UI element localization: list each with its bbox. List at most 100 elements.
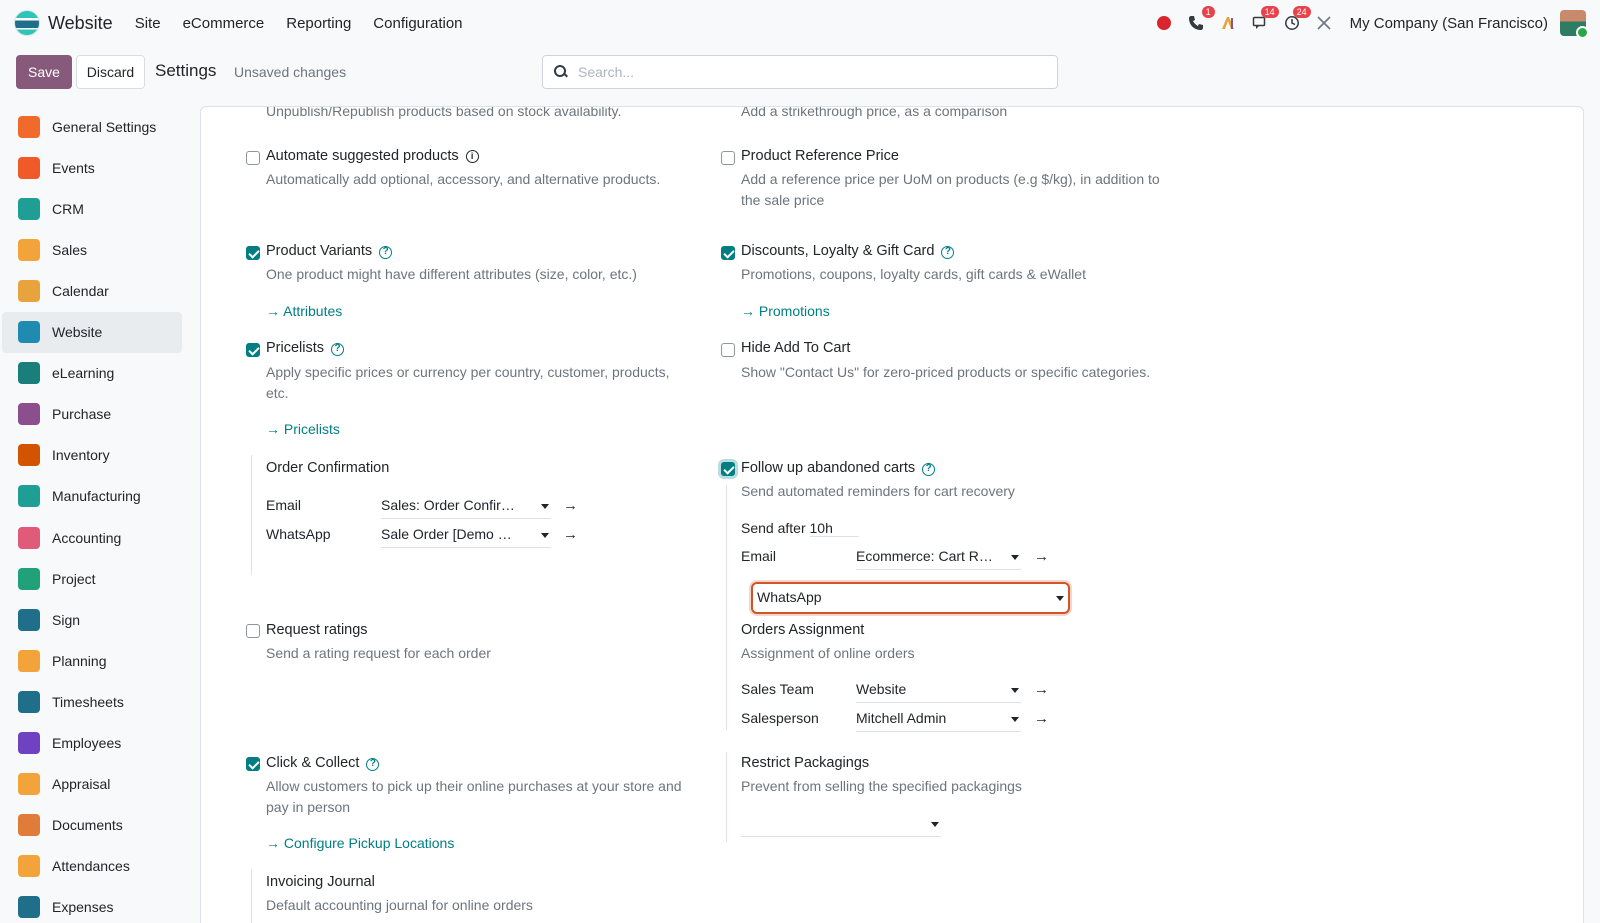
activities-badge: 24 bbox=[1292, 6, 1311, 18]
oc-email-select[interactable]: Sales: Order Confir… bbox=[381, 497, 551, 519]
sidebar-item-label: Employees bbox=[52, 735, 122, 751]
help-icon[interactable]: ? bbox=[331, 343, 345, 356]
ac-email-open-arrow-icon[interactable]: → bbox=[1034, 548, 1049, 565]
oc-whatsapp-open-arrow-icon[interactable]: → bbox=[563, 526, 578, 543]
general-settings-app-icon bbox=[18, 115, 40, 138]
sidebar-item-label: Attendances bbox=[52, 858, 130, 875]
discounts-checkbox[interactable] bbox=[721, 246, 735, 260]
sidebar-item-documents[interactable]: Documents bbox=[2, 805, 182, 846]
record-icon[interactable] bbox=[1154, 13, 1174, 33]
click-collect-checkbox[interactable] bbox=[246, 757, 260, 771]
sidebar-item-crm[interactable]: CRM bbox=[2, 188, 182, 229]
product-variants-checkbox[interactable] bbox=[246, 246, 260, 260]
sidebar-item-label: Planning bbox=[52, 652, 107, 669]
sidebar-item-purchase[interactable]: Purchase bbox=[2, 394, 182, 435]
sidebar-item-label: Project bbox=[52, 570, 96, 587]
accounting-app-icon bbox=[18, 526, 40, 549]
search-box[interactable] bbox=[542, 55, 1058, 89]
hide-add-to-cart-checkbox[interactable] bbox=[721, 343, 735, 357]
discard-button[interactable]: Discard bbox=[76, 55, 145, 89]
click-collect-title: Click & Collect? bbox=[266, 755, 380, 771]
salesperson-select[interactable]: Mitchell Admin bbox=[856, 710, 1021, 732]
phone-icon[interactable]: 1 bbox=[1186, 6, 1215, 33]
oc-email-open-arrow-icon[interactable]: → bbox=[563, 497, 578, 514]
discounts-title: Discounts, Loyalty & Gift Card? bbox=[741, 243, 955, 259]
sidebar-item-expenses[interactable]: Expenses bbox=[2, 887, 182, 923]
attributes-link[interactable]: → Attributes bbox=[266, 303, 342, 319]
help-icon[interactable]: ? bbox=[366, 758, 380, 771]
help-icon[interactable]: ? bbox=[941, 246, 955, 259]
ac-whatsapp-select[interactable]: WhatsApp bbox=[751, 582, 1070, 614]
sidebar-item-manufacturing[interactable]: Manufacturing bbox=[2, 476, 182, 517]
salesperson-label: Salesperson bbox=[741, 710, 819, 726]
sidebar-item-inventory[interactable]: Inventory bbox=[2, 435, 182, 476]
pricelists-checkbox[interactable] bbox=[246, 343, 260, 357]
sidebar-item-employees[interactable]: Employees bbox=[2, 723, 182, 764]
sidebar-item-timesheets[interactable]: Timesheets bbox=[2, 681, 182, 722]
company-switcher[interactable]: My Company (San Francisco) bbox=[1350, 15, 1548, 32]
sidebar-item-calendar[interactable]: Calendar bbox=[2, 270, 182, 311]
sidebar-item-website[interactable]: Website bbox=[2, 311, 182, 353]
sidebar-item-appraisal[interactable]: Appraisal bbox=[2, 764, 182, 805]
menu-site[interactable]: Site bbox=[135, 15, 161, 32]
pricelists-desc: Apply specific prices or currency per co… bbox=[266, 364, 670, 401]
sidebar-item-label: eLearning bbox=[52, 365, 115, 382]
ai-icon[interactable] bbox=[1218, 13, 1238, 33]
help-icon[interactable]: ? bbox=[379, 246, 393, 259]
reference-price-title: Product Reference Price bbox=[741, 148, 899, 164]
sidebar-item-events[interactable]: Events bbox=[2, 147, 182, 188]
abandoned-carts-checkbox[interactable] bbox=[721, 462, 735, 476]
invoicing-journal-title: Invoicing Journal bbox=[266, 874, 375, 890]
invoicing-journal-desc: Default accounting journal for online or… bbox=[266, 897, 533, 913]
ac-email-select[interactable]: Ecommerce: Cart R… bbox=[856, 548, 1021, 570]
chevron-down-icon bbox=[1056, 596, 1064, 601]
planning-app-icon bbox=[18, 649, 40, 672]
search-input[interactable] bbox=[578, 64, 1038, 80]
sidebar-item-sales[interactable]: Sales bbox=[2, 229, 182, 270]
sidebar-item-planning[interactable]: Planning bbox=[2, 640, 182, 681]
calendar-app-icon bbox=[18, 279, 40, 302]
sidebar-item-sign[interactable]: Sign bbox=[2, 599, 182, 640]
menu-configuration[interactable]: Configuration bbox=[373, 15, 462, 32]
packagings-select[interactable] bbox=[741, 815, 941, 837]
reference-price-checkbox[interactable] bbox=[721, 151, 735, 165]
sales-app-icon bbox=[18, 238, 40, 261]
sales-team-open-arrow-icon[interactable]: → bbox=[1034, 681, 1049, 698]
menu-reporting[interactable]: Reporting bbox=[286, 15, 351, 32]
configure-pickup-link[interactable]: → Configure Pickup Locations bbox=[266, 835, 454, 851]
clock-icon[interactable]: 24 bbox=[1282, 6, 1311, 33]
restrict-packagings-title: Restrict Packagings bbox=[741, 755, 870, 771]
messages-icon[interactable]: 14 bbox=[1250, 6, 1279, 33]
website-app-icon bbox=[14, 10, 40, 36]
user-avatar[interactable] bbox=[1560, 10, 1589, 39]
purchase-app-icon bbox=[18, 403, 40, 426]
promotions-link[interactable]: → Promotions bbox=[741, 303, 830, 319]
info-icon[interactable]: i bbox=[465, 150, 479, 163]
save-button[interactable]: Save bbox=[16, 55, 72, 89]
appraisal-app-icon bbox=[18, 773, 40, 796]
chevron-down-icon bbox=[1011, 555, 1019, 560]
automate-suggested-checkbox[interactable] bbox=[246, 151, 260, 165]
request-ratings-checkbox[interactable] bbox=[246, 624, 260, 638]
salesperson-open-arrow-icon[interactable]: → bbox=[1034, 710, 1049, 727]
divider bbox=[251, 455, 252, 575]
sidebar-item-project[interactable]: Project bbox=[2, 558, 182, 599]
send-after-input[interactable]: 10h bbox=[809, 520, 859, 537]
tools-icon[interactable] bbox=[1314, 13, 1334, 33]
sidebar-item-elearning[interactable]: eLearning bbox=[2, 353, 182, 394]
employees-app-icon bbox=[18, 732, 40, 754]
menu-ecommerce[interactable]: eCommerce bbox=[183, 15, 265, 32]
app-brand[interactable]: Website bbox=[14, 10, 113, 36]
oc-whatsapp-select[interactable]: Sale Order [Demo … bbox=[381, 526, 551, 548]
sidebar-item-general-settings[interactable]: General Settings bbox=[2, 106, 182, 147]
sales-team-select[interactable]: Website bbox=[856, 681, 1021, 703]
help-icon[interactable]: ? bbox=[922, 463, 936, 476]
unsaved-indicator: Unsaved changes bbox=[234, 64, 347, 80]
chevron-down-icon bbox=[1011, 688, 1019, 693]
control-panel: Save Discard Settings Unsaved changes bbox=[0, 50, 1600, 94]
elearning-app-icon bbox=[18, 362, 40, 385]
inventory-app-icon bbox=[18, 444, 40, 467]
sidebar-item-accounting[interactable]: Accounting bbox=[2, 517, 182, 558]
sidebar-item-attendances[interactable]: Attendances bbox=[2, 846, 182, 887]
pricelists-link[interactable]: → Pricelists bbox=[266, 421, 340, 437]
